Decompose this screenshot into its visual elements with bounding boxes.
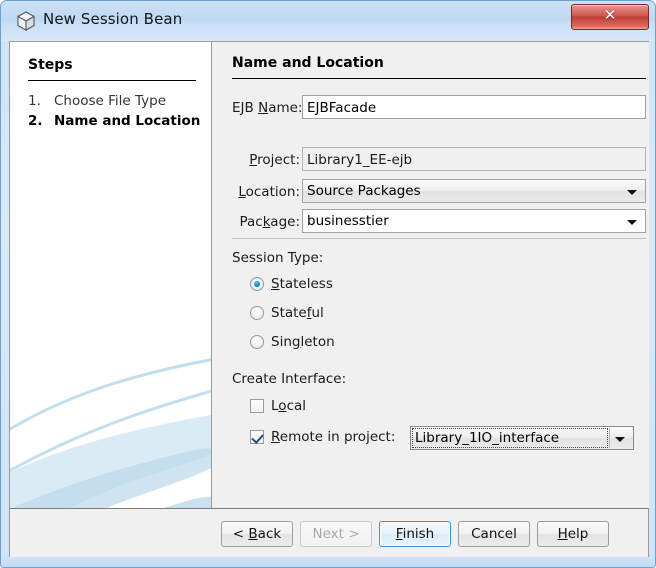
next-button: Next > [300,521,372,547]
finish-button[interactable]: Finish [379,521,451,547]
checkbox-label: Remote in project: [271,429,396,445]
radio-indicator [250,306,264,320]
project-value: Library1_EE-ejb [302,147,646,171]
help-button[interactable]: Help [537,521,609,547]
create-interface-label: Create Interface: [232,371,347,387]
ejb-name-input[interactable]: EJBFacade [302,95,646,119]
dialog-window: New Session Bean ✕ Steps 1. Choose File … [0,0,656,568]
remote-project-dropdown[interactable]: Library_1IO_interface [410,426,634,450]
step-label: Choose File Type [54,93,167,109]
checkbox-remote-in-project[interactable]: Remote in project: [250,429,395,445]
checkbox-label: Local [271,398,307,414]
step-label: Name and Location [54,113,201,129]
dropdown-separator [609,428,610,448]
dialog-body: Steps 1. Choose File Type 2. Name and Lo… [9,41,649,559]
package-label: Package: [239,214,300,230]
radio-singleton[interactable]: Singleton [250,334,335,350]
session-type-label: Session Type: [232,250,324,266]
steps-panel: Steps 1. Choose File Type 2. Name and Lo… [10,42,212,508]
remote-project-dropdown-value: Library_1IO_interface [415,430,560,446]
radio-label: Singleton [271,334,335,350]
radio-indicator [250,335,264,349]
section-divider [232,238,646,239]
radio-stateful[interactable]: Stateful [250,305,324,321]
ejb-name-label: EJB Name: [232,100,303,116]
steps-divider [28,80,196,81]
button-bar: < Back Next > Finish Cancel Help [10,508,648,558]
checkbox-indicator [250,430,264,444]
chevron-down-icon [615,437,625,442]
location-label: Location: [238,184,300,200]
package-dropdown-value: businesstier [307,213,389,229]
bean-cube-icon [15,10,37,32]
window-bottom-chrome [1,557,655,567]
radio-label: Stateful [271,305,324,321]
radio-label: Stateless [271,276,333,292]
cancel-button[interactable]: Cancel [458,521,530,547]
step-item-1[interactable]: 1. Choose File Type [28,92,204,111]
close-button[interactable]: ✕ [571,4,649,30]
location-dropdown-value: Source Packages [307,183,421,199]
location-dropdown[interactable]: Source Packages [302,179,646,203]
step-number: 2. [28,113,43,129]
page-title-divider [232,78,646,79]
step-item-2[interactable]: 2. Name and Location [28,112,204,131]
checkbox-indicator [250,399,264,413]
steps-heading: Steps [28,57,73,73]
window-title: New Session Bean [43,10,183,28]
chevron-down-icon [627,220,637,225]
radio-indicator [250,277,264,291]
package-dropdown[interactable]: businesstier [302,209,646,233]
chevron-down-icon [627,190,637,195]
checkbox-local[interactable]: Local [250,398,306,414]
page-title: Name and Location [232,55,384,71]
decorative-swoosh-graphic [10,358,211,508]
back-button[interactable]: < Back [221,521,293,547]
close-icon: ✕ [603,6,617,24]
content-panel: Name and Location EJB Name: EJBFacade Pr… [213,42,649,508]
step-number: 1. [28,93,41,109]
title-bar: New Session Bean ✕ [1,1,655,41]
radio-stateless[interactable]: Stateless [250,276,333,292]
project-label: Project: [249,152,300,168]
